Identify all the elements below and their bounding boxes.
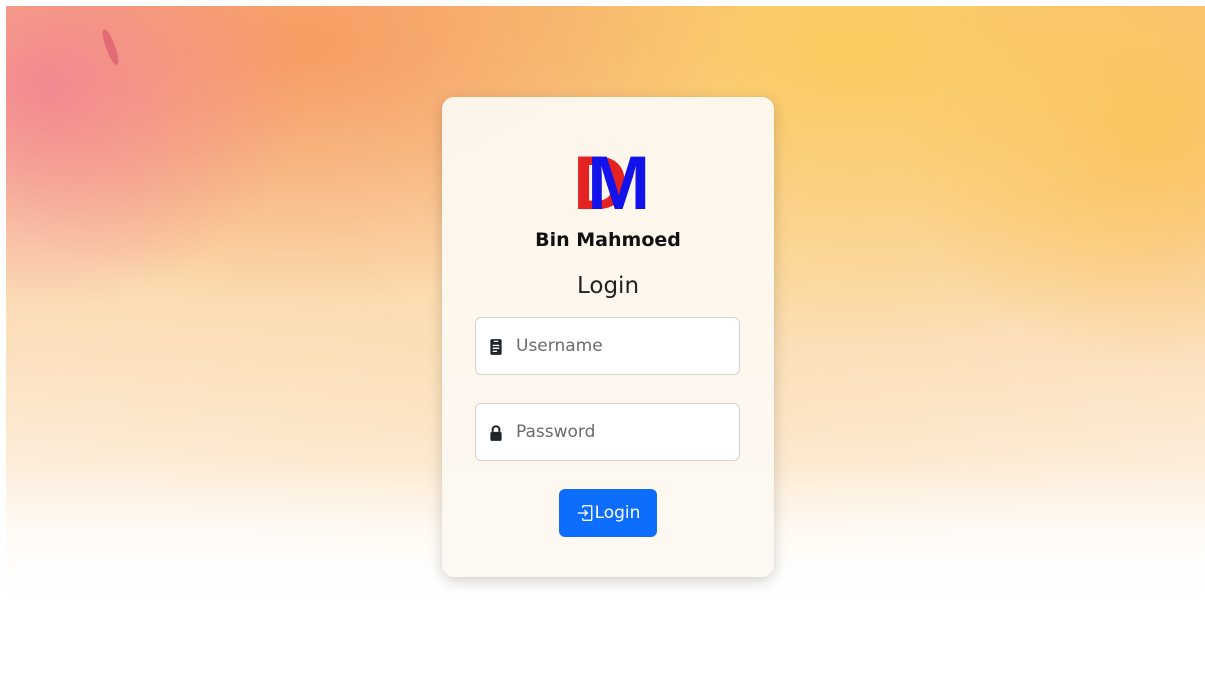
username-input[interactable]	[516, 326, 731, 366]
login-title: Login	[576, 273, 640, 299]
brand-name: Bin Mahmoed	[535, 229, 681, 251]
lock-icon	[490, 425, 502, 441]
login-button-label: Login	[594, 503, 641, 523]
box-arrow-in-right-icon	[577, 505, 592, 521]
password-input[interactable]	[516, 412, 731, 452]
password-field[interactable]	[475, 403, 740, 461]
brand-logo: D M	[573, 141, 653, 226]
logo-letter-m: M	[587, 141, 651, 226]
login-button[interactable]: Login	[559, 489, 657, 537]
username-field[interactable]	[475, 317, 740, 375]
id-badge-icon	[490, 339, 502, 355]
